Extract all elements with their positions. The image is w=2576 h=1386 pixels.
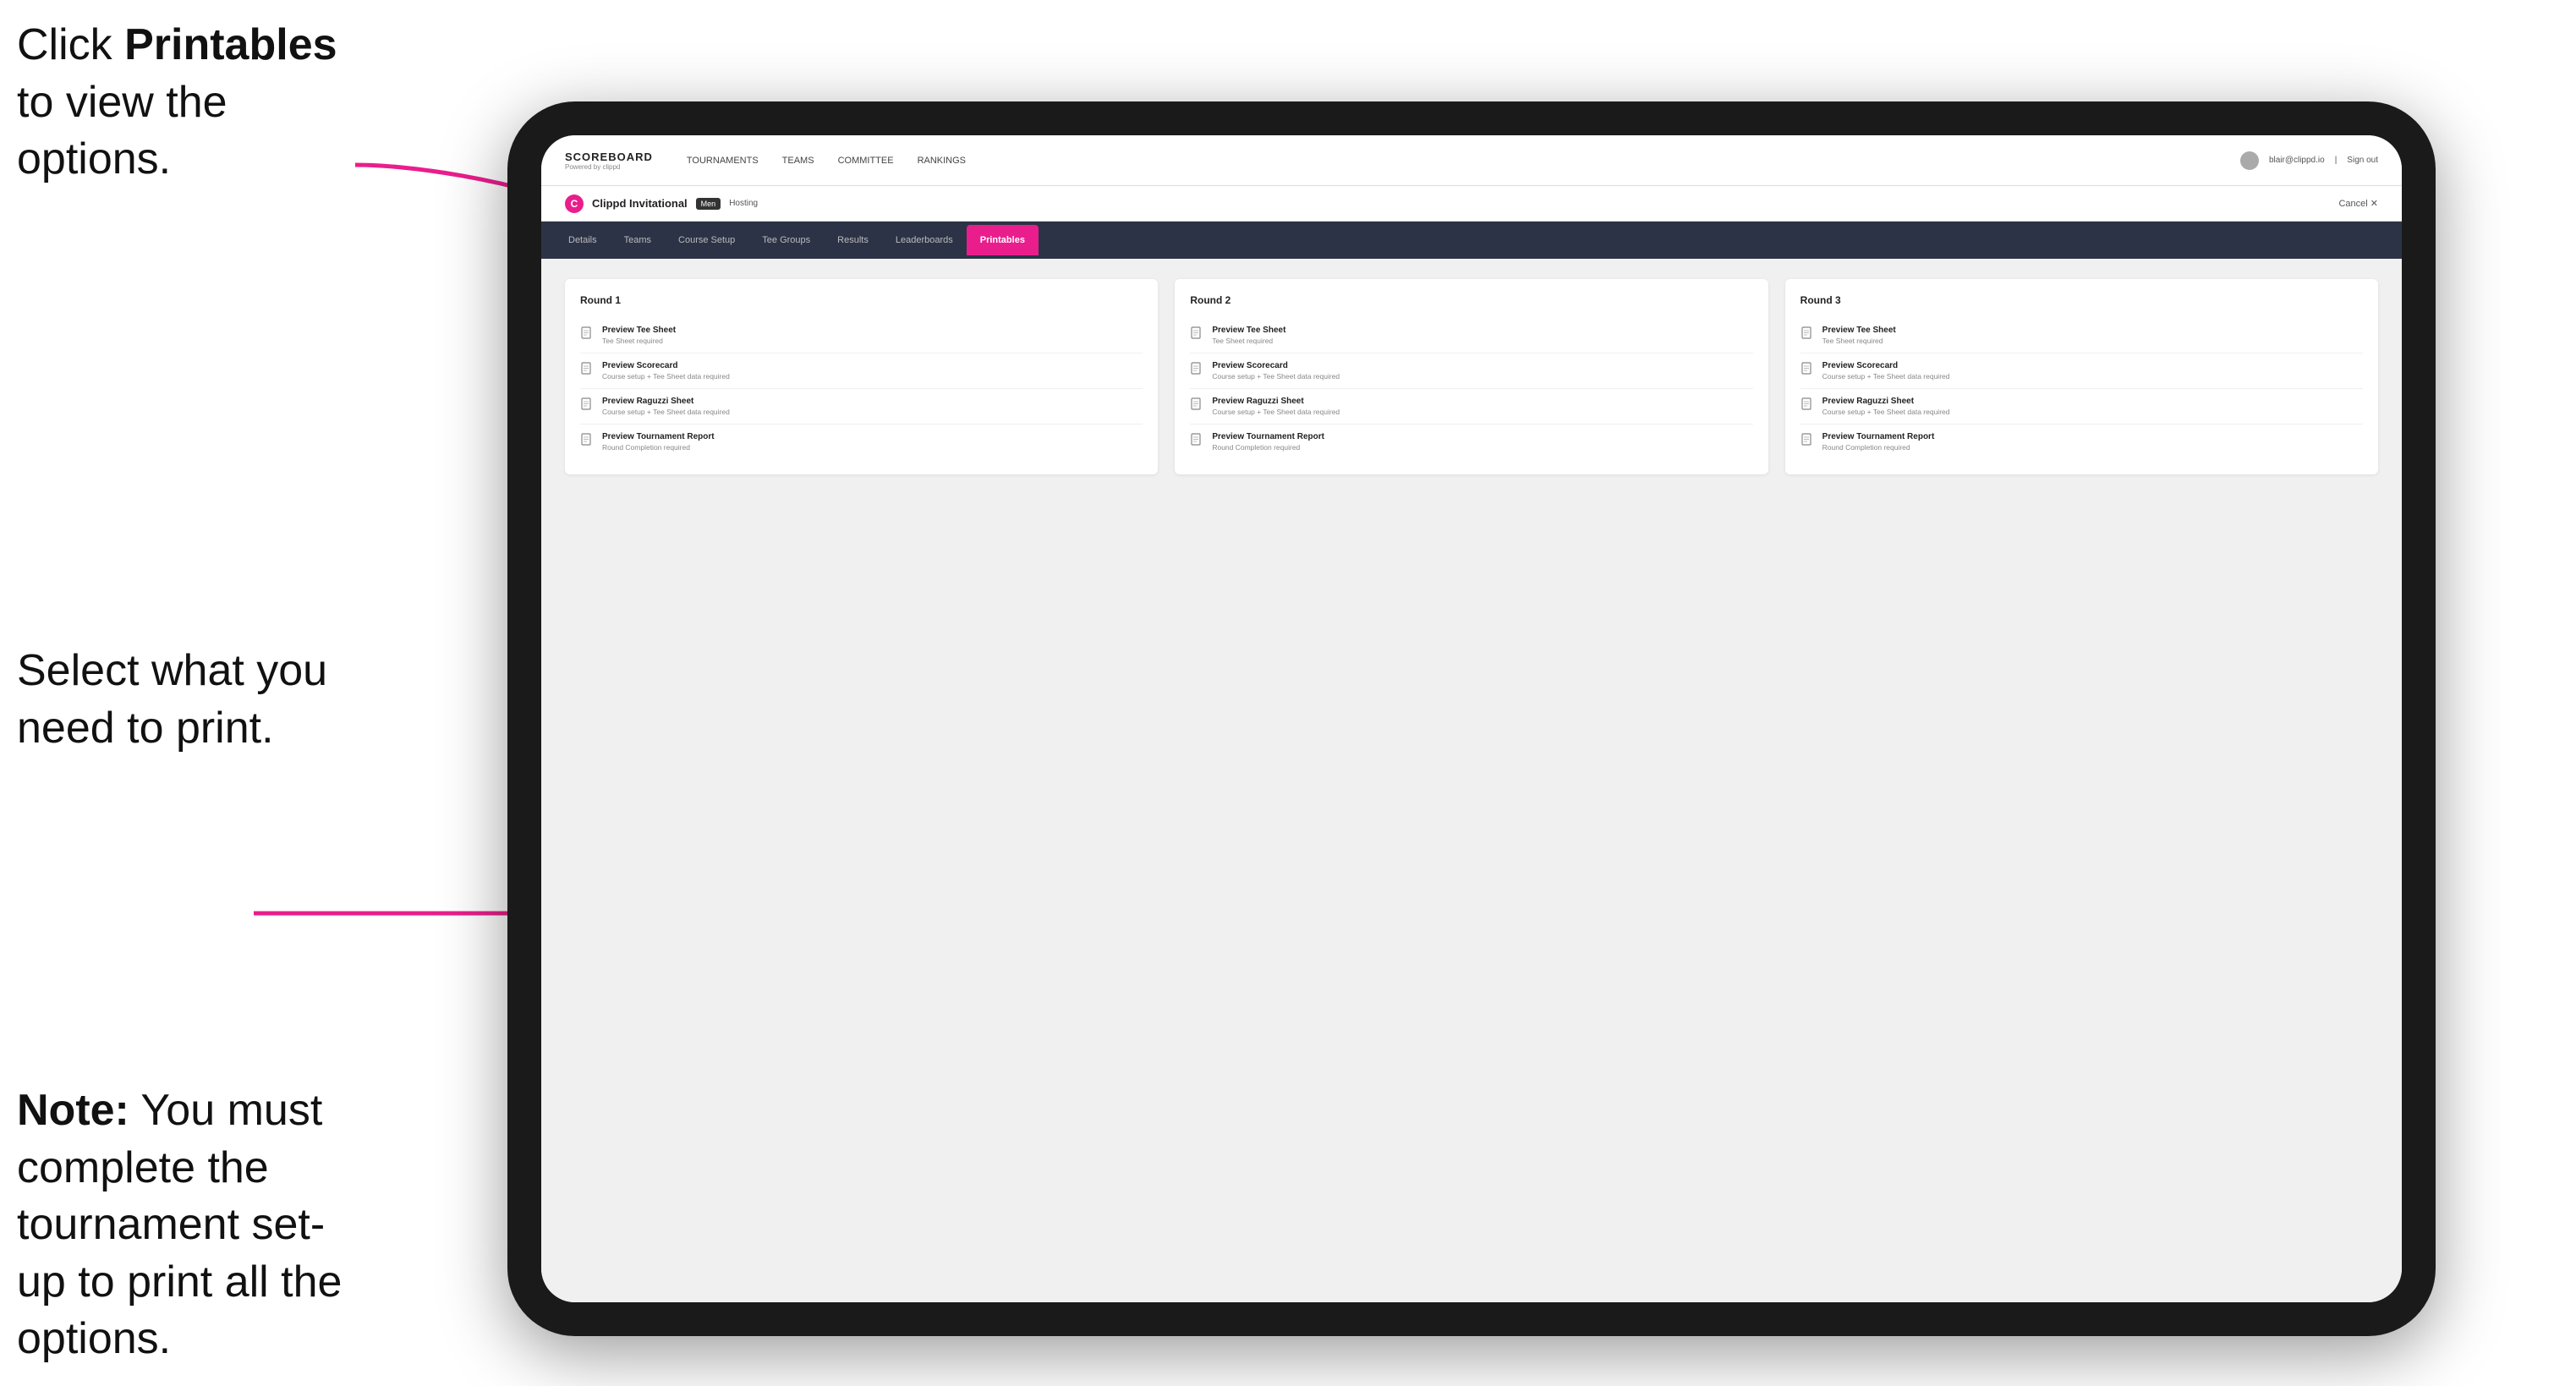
round1-raguzzi[interactable]: Preview Raguzzi Sheet Course setup + Tee… [580, 389, 1143, 425]
round3-scorecard-sub: Course setup + Tee Sheet data required [1822, 372, 1950, 381]
document-icon [1190, 433, 1203, 448]
annotation-bold: Printables [124, 20, 337, 69]
round1-scorecard-sub: Course setup + Tee Sheet data required [602, 372, 730, 381]
round1-scorecard-title: Preview Scorecard [602, 361, 730, 370]
tab-teams[interactable]: Teams [611, 225, 665, 255]
top-nav-left: SCOREBOARD Powered by clippd TOURNAMENTS… [565, 151, 966, 171]
round2-report-sub: Round Completion required [1212, 443, 1324, 452]
round2-tee-sheet[interactable]: Preview Tee Sheet Tee Sheet required [1190, 318, 1752, 353]
round1-report-sub: Round Completion required [602, 443, 715, 452]
sign-out-link[interactable]: Sign out [2347, 156, 2378, 165]
round3-tee-sheet-title: Preview Tee Sheet [1822, 326, 1896, 335]
separator: | [2335, 156, 2338, 165]
user-email: blair@clippd.io [2269, 156, 2325, 165]
document-icon [580, 433, 594, 448]
document-icon [1800, 362, 1814, 377]
annotation-top-text: Click Printables to view the options. [17, 20, 337, 184]
round1-report-title: Preview Tournament Report [602, 432, 715, 441]
hosting-badge: Hosting [729, 199, 758, 208]
round-3-section: Round 3 Preview Tee Sheet Tee Sheet requ… [1785, 279, 2378, 474]
main-content: Round 1 Preview Tee Sheet Tee Sheet requ… [541, 259, 2402, 1302]
tab-course-setup[interactable]: Course Setup [665, 225, 748, 255]
round1-tee-sheet-title: Preview Tee Sheet [602, 326, 676, 335]
tab-printables[interactable]: Printables [967, 225, 1039, 255]
round1-tee-sheet[interactable]: Preview Tee Sheet Tee Sheet required [580, 318, 1143, 353]
document-icon [1800, 326, 1814, 342]
round2-raguzzi-sub: Course setup + Tee Sheet data required [1212, 408, 1340, 416]
round-3-title: Round 3 [1800, 294, 2363, 306]
round-2-title: Round 2 [1190, 294, 1752, 306]
annotation-top: Click Printables to view the options. [17, 17, 372, 189]
tablet-device: SCOREBOARD Powered by clippd TOURNAMENTS… [507, 101, 2436, 1336]
document-icon [1190, 397, 1203, 413]
round3-raguzzi-title: Preview Raguzzi Sheet [1822, 397, 1950, 406]
nav-tournaments[interactable]: TOURNAMENTS [687, 156, 759, 166]
round2-tee-sheet-sub: Tee Sheet required [1212, 337, 1285, 345]
round3-scorecard[interactable]: Preview Scorecard Course setup + Tee She… [1800, 353, 2363, 389]
document-icon [1800, 433, 1814, 448]
round3-tee-sheet-sub: Tee Sheet required [1822, 337, 1896, 345]
round3-report-title: Preview Tournament Report [1822, 432, 1935, 441]
top-nav-links: TOURNAMENTS TEAMS COMMITTEE RANKINGS [687, 156, 966, 166]
nav-rankings[interactable]: RANKINGS [918, 156, 966, 166]
tab-results[interactable]: Results [824, 225, 882, 255]
document-icon [1190, 326, 1203, 342]
round-1-title: Round 1 [580, 294, 1143, 306]
tab-details[interactable]: Details [555, 225, 611, 255]
logo-sub: Powered by clippd [565, 163, 653, 171]
round1-tee-sheet-sub: Tee Sheet required [602, 337, 676, 345]
annotation-middle-text: Select what you need to print. [17, 646, 327, 753]
scoreboard-logo: SCOREBOARD Powered by clippd [565, 151, 653, 171]
document-icon [580, 397, 594, 413]
round1-scorecard[interactable]: Preview Scorecard Course setup + Tee She… [580, 353, 1143, 389]
round2-raguzzi-title: Preview Raguzzi Sheet [1212, 397, 1340, 406]
round3-raguzzi[interactable]: Preview Raguzzi Sheet Course setup + Tee… [1800, 389, 2363, 425]
rounds-grid: Round 1 Preview Tee Sheet Tee Sheet requ… [565, 279, 2378, 474]
tablet-screen: SCOREBOARD Powered by clippd TOURNAMENTS… [541, 135, 2402, 1302]
round2-scorecard-sub: Course setup + Tee Sheet data required [1212, 372, 1340, 381]
round2-tee-sheet-title: Preview Tee Sheet [1212, 326, 1285, 335]
round1-raguzzi-sub: Course setup + Tee Sheet data required [602, 408, 730, 416]
round2-report-title: Preview Tournament Report [1212, 432, 1324, 441]
round-1-section: Round 1 Preview Tee Sheet Tee Sheet requ… [565, 279, 1158, 474]
tournament-name: Clippd Invitational [592, 197, 688, 210]
round3-scorecard-title: Preview Scorecard [1822, 361, 1950, 370]
logo-title: SCOREBOARD [565, 151, 653, 163]
document-icon [1190, 362, 1203, 377]
round1-tournament-report[interactable]: Preview Tournament Report Round Completi… [580, 425, 1143, 459]
round3-tournament-report[interactable]: Preview Tournament Report Round Completi… [1800, 425, 2363, 459]
tournament-title: C Clippd Invitational Men Hosting [565, 194, 758, 213]
round3-report-sub: Round Completion required [1822, 443, 1935, 452]
c-logo: C [565, 194, 584, 213]
round3-raguzzi-sub: Course setup + Tee Sheet data required [1822, 408, 1950, 416]
round2-scorecard[interactable]: Preview Scorecard Course setup + Tee She… [1190, 353, 1752, 389]
sub-nav: Details Teams Course Setup Tee Groups Re… [541, 222, 2402, 259]
cancel-button[interactable]: Cancel ✕ [2338, 198, 2378, 209]
document-icon [1800, 397, 1814, 413]
tournament-bar: C Clippd Invitational Men Hosting Cancel… [541, 186, 2402, 222]
round3-tee-sheet[interactable]: Preview Tee Sheet Tee Sheet required [1800, 318, 2363, 353]
annotation-middle: Select what you need to print. [17, 643, 372, 757]
top-nav: SCOREBOARD Powered by clippd TOURNAMENTS… [541, 135, 2402, 186]
round1-raguzzi-title: Preview Raguzzi Sheet [602, 397, 730, 406]
tab-leaderboards[interactable]: Leaderboards [882, 225, 967, 255]
user-avatar [2240, 151, 2259, 170]
round2-scorecard-title: Preview Scorecard [1212, 361, 1340, 370]
top-nav-right: blair@clippd.io | Sign out [2240, 151, 2378, 170]
annotation-bottom: Note: You must complete the tournament s… [17, 1082, 372, 1368]
round2-raguzzi[interactable]: Preview Raguzzi Sheet Course setup + Tee… [1190, 389, 1752, 425]
round-2-section: Round 2 Preview Tee Sheet Tee Sheet requ… [1175, 279, 1768, 474]
document-icon [580, 326, 594, 342]
nav-teams[interactable]: TEAMS [782, 156, 814, 166]
nav-committee[interactable]: COMMITTEE [838, 156, 894, 166]
annotation-bottom-text: Note: You must complete the tournament s… [17, 1086, 342, 1363]
tab-tee-groups[interactable]: Tee Groups [748, 225, 824, 255]
round2-tournament-report[interactable]: Preview Tournament Report Round Completi… [1190, 425, 1752, 459]
tournament-badge: Men [696, 198, 721, 210]
document-icon [580, 362, 594, 377]
